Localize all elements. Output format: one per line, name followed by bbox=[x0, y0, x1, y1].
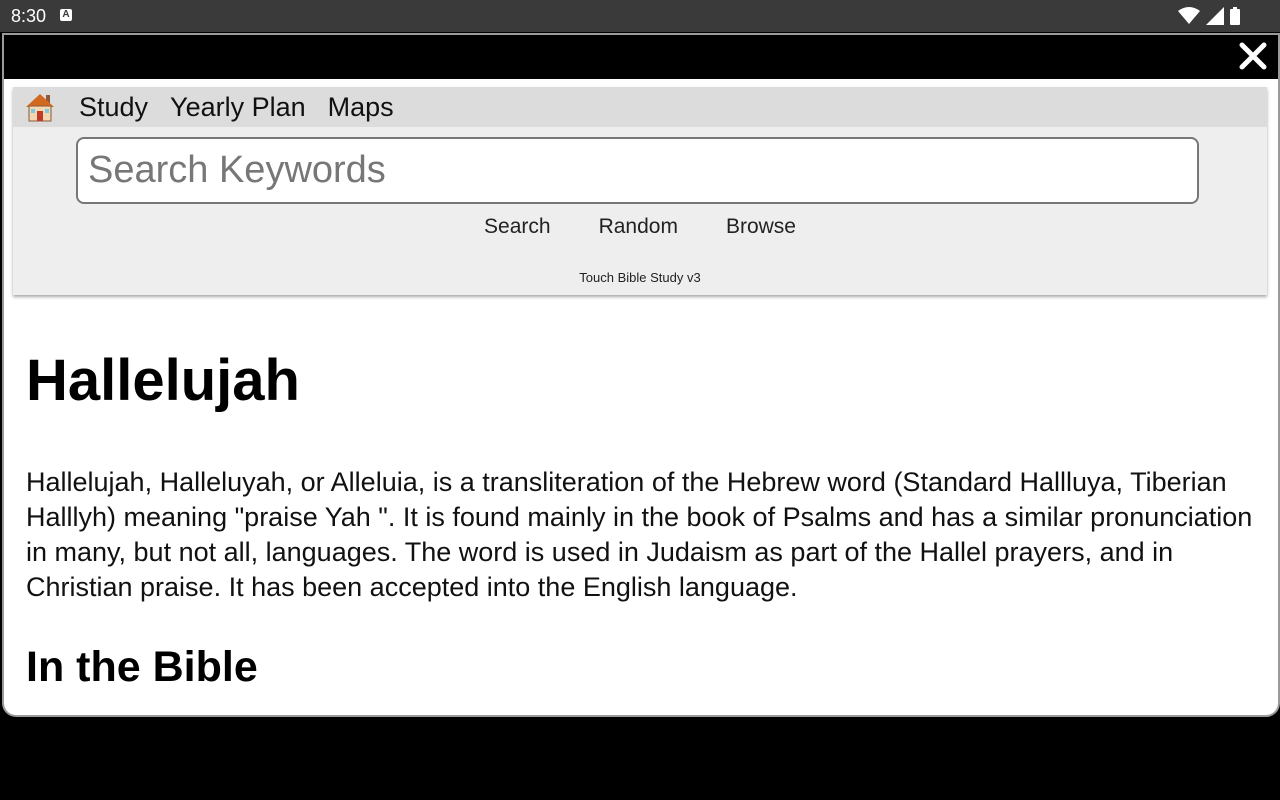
signal-icon bbox=[1206, 7, 1224, 25]
notification-badge-icon: A bbox=[60, 9, 72, 21]
dialog-header bbox=[4, 35, 1278, 79]
browse-button[interactable]: Browse bbox=[726, 215, 796, 239]
section-heading: In the Bible bbox=[26, 643, 258, 691]
action-buttons: Search Random Browse bbox=[13, 215, 1267, 239]
home-button[interactable] bbox=[23, 90, 57, 124]
battery-icon bbox=[1230, 7, 1240, 25]
status-bar: 8:30 A bbox=[0, 0, 1280, 32]
article-dialog: Study Yearly Plan Maps Search Random Bro… bbox=[4, 35, 1278, 715]
random-button[interactable]: Random bbox=[599, 215, 678, 239]
menu-bar: Study Yearly Plan Maps bbox=[13, 87, 1267, 127]
menu-item-yearly-plan[interactable]: Yearly Plan bbox=[170, 92, 306, 123]
close-button[interactable] bbox=[1238, 41, 1268, 71]
article-title: Hallelujah bbox=[26, 348, 300, 413]
article-paragraph: Hallelujah, Halleluyah, or Alleluia, is … bbox=[26, 467, 1253, 602]
wifi-icon bbox=[1178, 7, 1200, 24]
status-icons bbox=[1178, 6, 1240, 26]
menu-item-maps[interactable]: Maps bbox=[328, 92, 394, 123]
status-time: 8:30 bbox=[11, 6, 47, 26]
search-input[interactable] bbox=[76, 137, 1199, 204]
app-version-label: Touch Bible Study v3 bbox=[579, 270, 701, 285]
house-icon bbox=[26, 94, 54, 122]
search-button[interactable]: Search bbox=[484, 215, 551, 239]
article-content: Hallelujah Hallelujah, Halleluyah, or Al… bbox=[26, 345, 1256, 693]
navigation-panel: Study Yearly Plan Maps Search Random Bro… bbox=[13, 87, 1267, 295]
close-icon bbox=[1239, 42, 1267, 70]
menu-item-study[interactable]: Study bbox=[79, 92, 148, 123]
